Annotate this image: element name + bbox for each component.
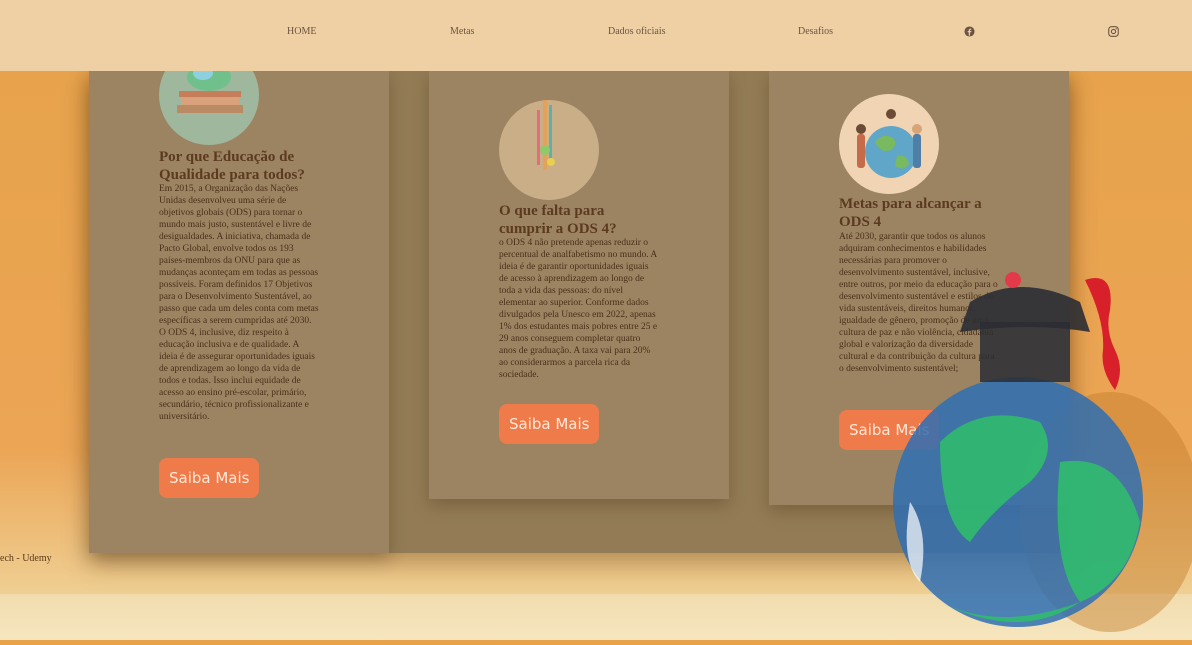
top-navbar: HOME Metas Dados oficiais Desafios xyxy=(0,0,1192,71)
card-title: O que falta para cumprir a ODS 4? xyxy=(499,203,617,237)
instagram-icon[interactable] xyxy=(1106,24,1120,38)
card-why-education: Por que Educação de Qualidade para todos… xyxy=(89,45,389,553)
footer-credit: ech - Udemy xyxy=(0,553,52,564)
nav-desafios-link[interactable]: Desafios xyxy=(798,26,833,37)
hanging-crafts-image xyxy=(499,100,599,200)
saiba-mais-button[interactable]: Saiba Mais xyxy=(499,404,600,444)
saiba-mais-button[interactable]: Saiba Mais xyxy=(159,458,260,498)
card-title: Por que Educação de Qualidade para todos… xyxy=(159,149,305,183)
nav-metas-link[interactable]: Metas xyxy=(450,26,474,37)
card-title: Metas para alcançar a ODS 4 xyxy=(839,196,982,230)
card-what-is-missing: O que falta para cumprir a ODS 4? o ODS … xyxy=(429,71,729,499)
card-text: o ODS 4 não pretende apenas reduzir o pe… xyxy=(499,238,658,380)
clay-globe-illustration xyxy=(880,262,1192,640)
people-globe-image xyxy=(839,94,939,194)
card-text: Em 2015, a Organização das Nações Unidas… xyxy=(159,184,319,422)
nav-dados-oficiais-link[interactable]: Dados oficiais xyxy=(608,26,666,37)
nav-home-link[interactable]: HOME xyxy=(287,26,316,37)
facebook-icon[interactable] xyxy=(962,24,976,38)
